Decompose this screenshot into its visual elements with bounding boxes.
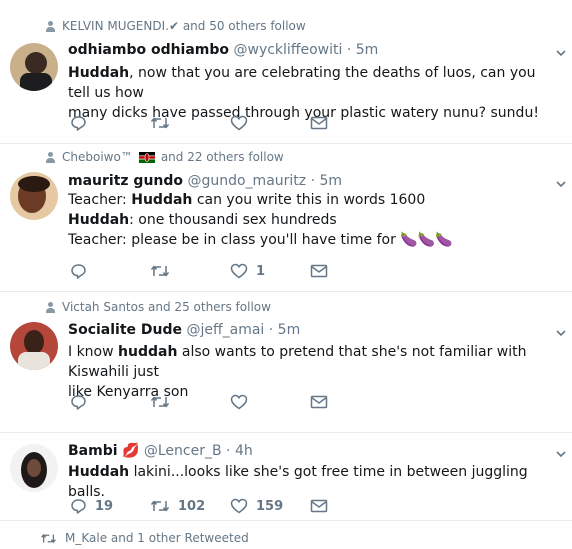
chevron-down-icon[interactable] <box>556 328 566 338</box>
mention-text: Huddah <box>68 212 130 228</box>
social-context: Cheboiwo™ and 22 others follow <box>45 150 284 164</box>
social-context: KELVIN MUGENDI.✔ and 50 others follow <box>45 19 306 33</box>
retweet-icon <box>150 117 170 129</box>
mention-text: huddah <box>118 344 178 360</box>
message-icon <box>310 395 328 409</box>
reply-icon <box>71 264 86 279</box>
retweet-button[interactable] <box>150 115 230 131</box>
tweet-actions: 1 <box>70 262 390 280</box>
like-button[interactable]: 1 <box>230 263 310 279</box>
reply-icon <box>71 116 86 131</box>
chevron-down-icon[interactable] <box>556 48 566 58</box>
like-button[interactable] <box>230 394 310 410</box>
retweet-icon <box>150 396 170 408</box>
avatar[interactable] <box>10 43 58 91</box>
retweet-icon <box>150 500 170 512</box>
like-count: 159 <box>256 498 284 514</box>
username[interactable]: @wyckliffeowiti <box>234 42 343 58</box>
mention-text: Huddah <box>68 65 130 81</box>
tweet-1[interactable]: KELVIN MUGENDI.✔ and 50 others follow od… <box>0 10 572 144</box>
reply-icon <box>71 395 86 410</box>
like-icon <box>230 394 248 410</box>
reply-button[interactable] <box>70 394 150 410</box>
mention-text: Huddah <box>131 192 193 208</box>
username[interactable]: @gundo_mauritz <box>187 173 306 189</box>
chevron-down-icon[interactable] <box>556 449 566 459</box>
message-button[interactable] <box>310 116 390 130</box>
tweet-actions <box>70 393 390 411</box>
tweet-header: Socialite Dude @jeff_amai · 5m <box>68 322 300 338</box>
reply-icon <box>71 499 86 514</box>
message-button[interactable] <box>310 264 390 278</box>
timestamp[interactable]: · 5m <box>311 173 342 189</box>
retweet-context: M_Kale and 1 other Retweeted <box>40 531 249 545</box>
like-icon <box>230 263 248 279</box>
retweet-button[interactable] <box>150 394 230 410</box>
kenya-flag-icon <box>138 151 155 163</box>
tweet-actions <box>70 114 390 132</box>
tweet-header: mauritz gundo @gundo_mauritz · 5m <box>68 173 342 189</box>
person-icon <box>45 301 56 313</box>
like-count: 1 <box>256 263 266 279</box>
like-button[interactable] <box>230 115 310 131</box>
chevron-down-icon[interactable] <box>556 179 566 189</box>
retweet-count: 102 <box>178 498 206 514</box>
message-button[interactable] <box>310 395 390 409</box>
avatar[interactable] <box>10 172 58 220</box>
message-button[interactable] <box>310 499 390 513</box>
tweet-4[interactable]: Bambi 💋 @Lencer_B · 4h Huddah lakini...l… <box>0 432 572 521</box>
like-button[interactable]: 159 <box>230 498 310 514</box>
message-icon <box>310 116 328 130</box>
tweet-actions: 19 102 159 <box>70 497 390 515</box>
reply-button[interactable]: 19 <box>70 498 150 514</box>
display-name[interactable]: mauritz gundo <box>68 173 183 189</box>
retweet-button[interactable]: 102 <box>150 498 230 514</box>
tweet-3[interactable]: Victah Santos and 25 others follow Socia… <box>0 291 572 433</box>
avatar[interactable] <box>10 444 58 492</box>
username[interactable]: @Lencer_B <box>144 443 222 459</box>
display-name[interactable]: Bambi <box>68 443 118 459</box>
social-context-text[interactable]: KELVIN MUGENDI.✔ and 50 others follow <box>62 19 306 33</box>
reply-count: 19 <box>95 498 114 514</box>
social-context-text[interactable]: Victah Santos and 25 others follow <box>62 300 271 314</box>
message-icon <box>310 264 328 278</box>
timestamp[interactable]: · 5m <box>347 42 378 58</box>
reply-button[interactable] <box>70 115 150 131</box>
person-icon <box>45 151 56 163</box>
message-icon <box>310 499 328 513</box>
name-emoji: 💋 <box>121 443 140 459</box>
timestamp[interactable]: · 4h <box>226 443 253 459</box>
tweet-2[interactable]: Cheboiwo™ and 22 others follow mauritz g… <box>0 143 572 292</box>
timestamp[interactable]: · 5m <box>269 322 300 338</box>
reply-button[interactable] <box>70 263 150 279</box>
mention-text: Huddah <box>68 464 130 480</box>
retweet-icon <box>150 265 170 277</box>
retweet-context-text[interactable]: M_Kale and 1 other Retweeted <box>65 531 249 545</box>
display-name[interactable]: odhiambo odhiambo <box>68 42 229 58</box>
retweet-button[interactable] <box>150 263 230 279</box>
person-icon <box>45 20 56 32</box>
emoji: 🍆🍆🍆 <box>400 232 453 248</box>
social-context-name[interactable]: Cheboiwo™ <box>62 150 133 164</box>
username[interactable]: @jeff_amai <box>186 322 264 338</box>
tweet-header: Bambi 💋 @Lencer_B · 4h <box>68 443 253 459</box>
tweet-text: Huddah lakini...looks like she's got fre… <box>68 464 528 500</box>
retweet-icon <box>41 533 56 543</box>
tweet-header: odhiambo odhiambo @wyckliffeowiti · 5m <box>68 42 378 58</box>
tweet-text: Teacher: Huddah can you write this in wo… <box>68 192 453 248</box>
like-icon <box>230 115 248 131</box>
social-context: Victah Santos and 25 others follow <box>45 300 271 314</box>
avatar[interactable] <box>10 322 58 370</box>
social-context-text: and 22 others follow <box>160 150 284 164</box>
like-icon <box>230 498 248 514</box>
display-name[interactable]: Socialite Dude <box>68 322 182 338</box>
